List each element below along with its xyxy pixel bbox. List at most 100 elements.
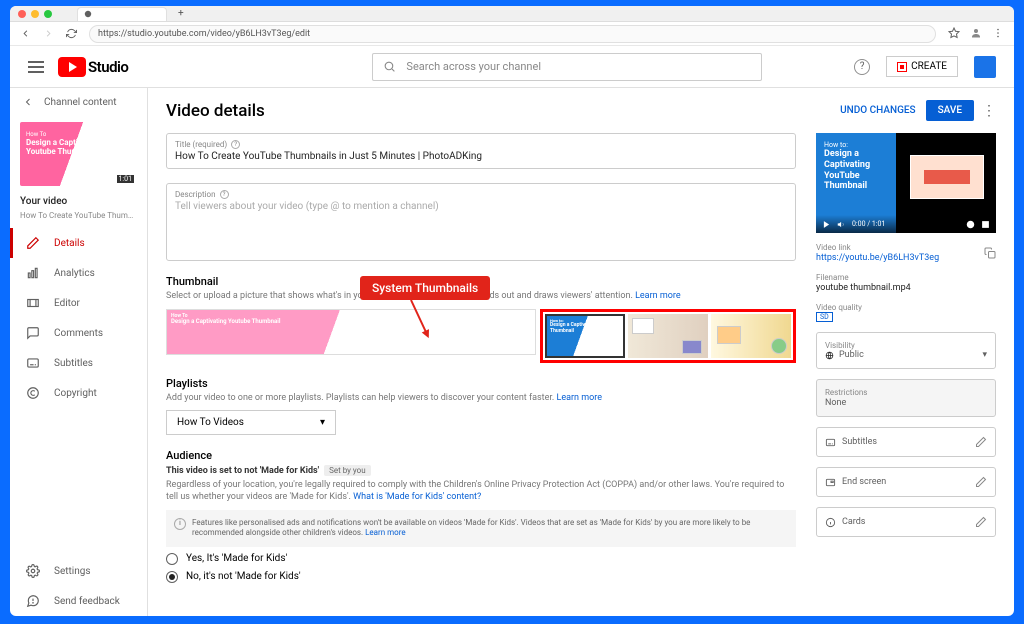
back-icon[interactable] — [20, 24, 31, 43]
visibility-value: Public — [839, 350, 864, 360]
file-value: youtube thumbnail.mp4 — [816, 283, 996, 293]
new-tab-button[interactable]: + — [178, 8, 184, 19]
window-maximize[interactable] — [44, 10, 52, 18]
gear-icon[interactable] — [966, 220, 975, 229]
page-title: Video details — [166, 101, 840, 121]
sidebar-item-label: Send feedback — [54, 596, 120, 607]
sidebar-item-label: Details — [54, 238, 85, 249]
chevron-down-icon: ▾ — [982, 350, 987, 360]
copy-icon[interactable] — [984, 247, 996, 259]
globe-icon — [825, 351, 834, 360]
chart-icon — [26, 266, 40, 280]
sidebar-item-comments[interactable]: Comments — [10, 318, 147, 348]
help-icon[interactable]: ? — [231, 140, 240, 149]
play-icon[interactable] — [822, 220, 831, 229]
system-thumbnail-3[interactable] — [711, 314, 791, 358]
save-button[interactable]: SAVE — [926, 100, 974, 121]
learn-more-link[interactable]: Learn more — [365, 528, 405, 537]
sidebar-item-details[interactable]: Details — [10, 228, 147, 258]
help-icon[interactable]: ? — [854, 59, 870, 75]
profile-icon[interactable] — [970, 24, 982, 43]
radio-label: No, it's not 'Made for Kids' — [186, 571, 301, 582]
thumb-title: Design a Captivating Youtube Thumbnail — [26, 139, 131, 157]
reload-icon[interactable] — [66, 24, 77, 43]
video-preview[interactable]: How to:Design a Captivating YouTube Thum… — [816, 133, 996, 233]
visibility-card[interactable]: Visibility Public ▾ — [816, 332, 996, 369]
thumb-text: Design a Captivating YouTube Thumbnail — [550, 323, 620, 334]
menu-icon[interactable] — [28, 61, 44, 73]
system-thumbnail-2[interactable] — [628, 314, 708, 358]
back-to-channel[interactable]: Channel content — [10, 88, 147, 116]
endscreen-icon — [825, 477, 836, 488]
sidebar-item-analytics[interactable]: Analytics — [10, 258, 147, 288]
learn-more-link[interactable]: Learn more — [635, 291, 681, 301]
preview-title: Design a Captivating YouTube Thumbnail — [824, 149, 888, 192]
restrictions-label: Restrictions — [825, 388, 987, 397]
pencil-icon — [26, 236, 40, 250]
audience-sub: This video is set to not 'Made for Kids' — [166, 466, 319, 476]
title-value: How To Create YouTube Thumbnails in Just… — [175, 151, 787, 162]
avatar[interactable] — [974, 56, 996, 78]
create-button[interactable]: CREATE — [886, 56, 958, 77]
cards-card[interactable]: Cards — [816, 507, 996, 537]
browser-tabs: + — [10, 6, 1014, 22]
file-label: Filename — [816, 273, 996, 282]
volume-icon[interactable] — [837, 220, 846, 229]
made-for-kids-yes[interactable]: Yes, It's 'Made for Kids' — [166, 553, 796, 565]
search-placeholder: Search across your channel — [406, 60, 541, 73]
made-for-kids-no[interactable]: No, it's not 'Made for Kids' — [166, 571, 796, 583]
back-label: Channel content — [44, 97, 117, 108]
arrow-left-icon — [22, 96, 34, 108]
window-close[interactable] — [18, 10, 26, 18]
fullscreen-icon[interactable] — [981, 220, 990, 229]
description-field[interactable]: Description? Tell viewers about your vid… — [166, 183, 796, 261]
info-text: Features like personalised ads and notif… — [192, 518, 750, 537]
thumb-duration: 1:01 — [117, 175, 135, 183]
learn-more-link[interactable]: Learn more — [556, 393, 602, 403]
desc-placeholder: Tell viewers about your video (type @ to… — [175, 201, 787, 212]
forward-icon[interactable] — [43, 24, 54, 43]
more-menu-icon[interactable]: ⋮ — [982, 103, 996, 119]
chevron-down-icon: ▾ — [320, 417, 325, 428]
title-field[interactable]: Title (required)? How To Create YouTube … — [166, 133, 796, 169]
whatlink[interactable]: What is 'Made for Kids' content? — [353, 492, 481, 502]
sidebar-item-feedback[interactable]: Send feedback — [10, 586, 147, 616]
sidebar-item-subtitles[interactable]: Subtitles — [10, 348, 147, 378]
sidebar-item-settings[interactable]: Settings — [10, 556, 147, 586]
system-thumbnails-row: How to:Design a Captivating YouTube Thum… — [540, 309, 796, 363]
logo-text: Studio — [88, 58, 128, 76]
browser-tab[interactable] — [77, 7, 167, 21]
help-icon[interactable]: ? — [220, 190, 229, 199]
playlists-desc: Add your video to one or more playlists.… — [166, 393, 554, 403]
browser-menu-icon[interactable] — [992, 24, 1004, 43]
system-thumbnail-1[interactable]: How to:Design a Captivating YouTube Thum… — [545, 314, 625, 358]
search-icon — [383, 60, 396, 73]
sidebar-item-label: Settings — [54, 566, 91, 577]
search-input[interactable]: Search across your channel — [372, 53, 762, 81]
record-icon — [897, 62, 907, 72]
window-minimize[interactable] — [31, 10, 39, 18]
pencil-icon — [975, 476, 987, 488]
desc-label: Description — [175, 190, 216, 199]
video-thumbnail[interactable]: How To Design a Captivating Youtube Thum… — [20, 122, 137, 186]
undo-button[interactable]: UNDO CHANGES — [840, 105, 916, 116]
your-video-label: Your video — [10, 192, 147, 211]
url-input[interactable]: https://studio.youtube.com/video/yB6LH3v… — [89, 25, 936, 43]
audience-info: iFeatures like personalised ads and noti… — [166, 510, 796, 547]
video-link[interactable]: https://youtu.be/yB6LH3vT3eg — [816, 253, 939, 263]
playlist-select[interactable]: How To Videos▾ — [166, 410, 336, 435]
preview-slide — [910, 155, 984, 199]
app-topbar: Studio Search across your channel ? CREA… — [10, 46, 1014, 88]
sidebar-item-copyright[interactable]: Copyright — [10, 378, 147, 408]
sidebar-item-label: Analytics — [54, 268, 95, 279]
sidebar-item-editor[interactable]: Editor — [10, 288, 147, 318]
info-icon — [825, 517, 836, 528]
studio-logo[interactable]: Studio — [58, 57, 128, 77]
player-controls: 0:00 / 1:01 — [816, 215, 996, 233]
star-icon[interactable] — [948, 24, 960, 43]
visibility-label: Visibility — [825, 341, 987, 350]
endscreen-card[interactable]: End screen — [816, 467, 996, 497]
radio-label: Yes, It's 'Made for Kids' — [186, 553, 287, 564]
subtitles-card[interactable]: Subtitles — [816, 427, 996, 457]
restrictions-value: None — [825, 398, 987, 408]
